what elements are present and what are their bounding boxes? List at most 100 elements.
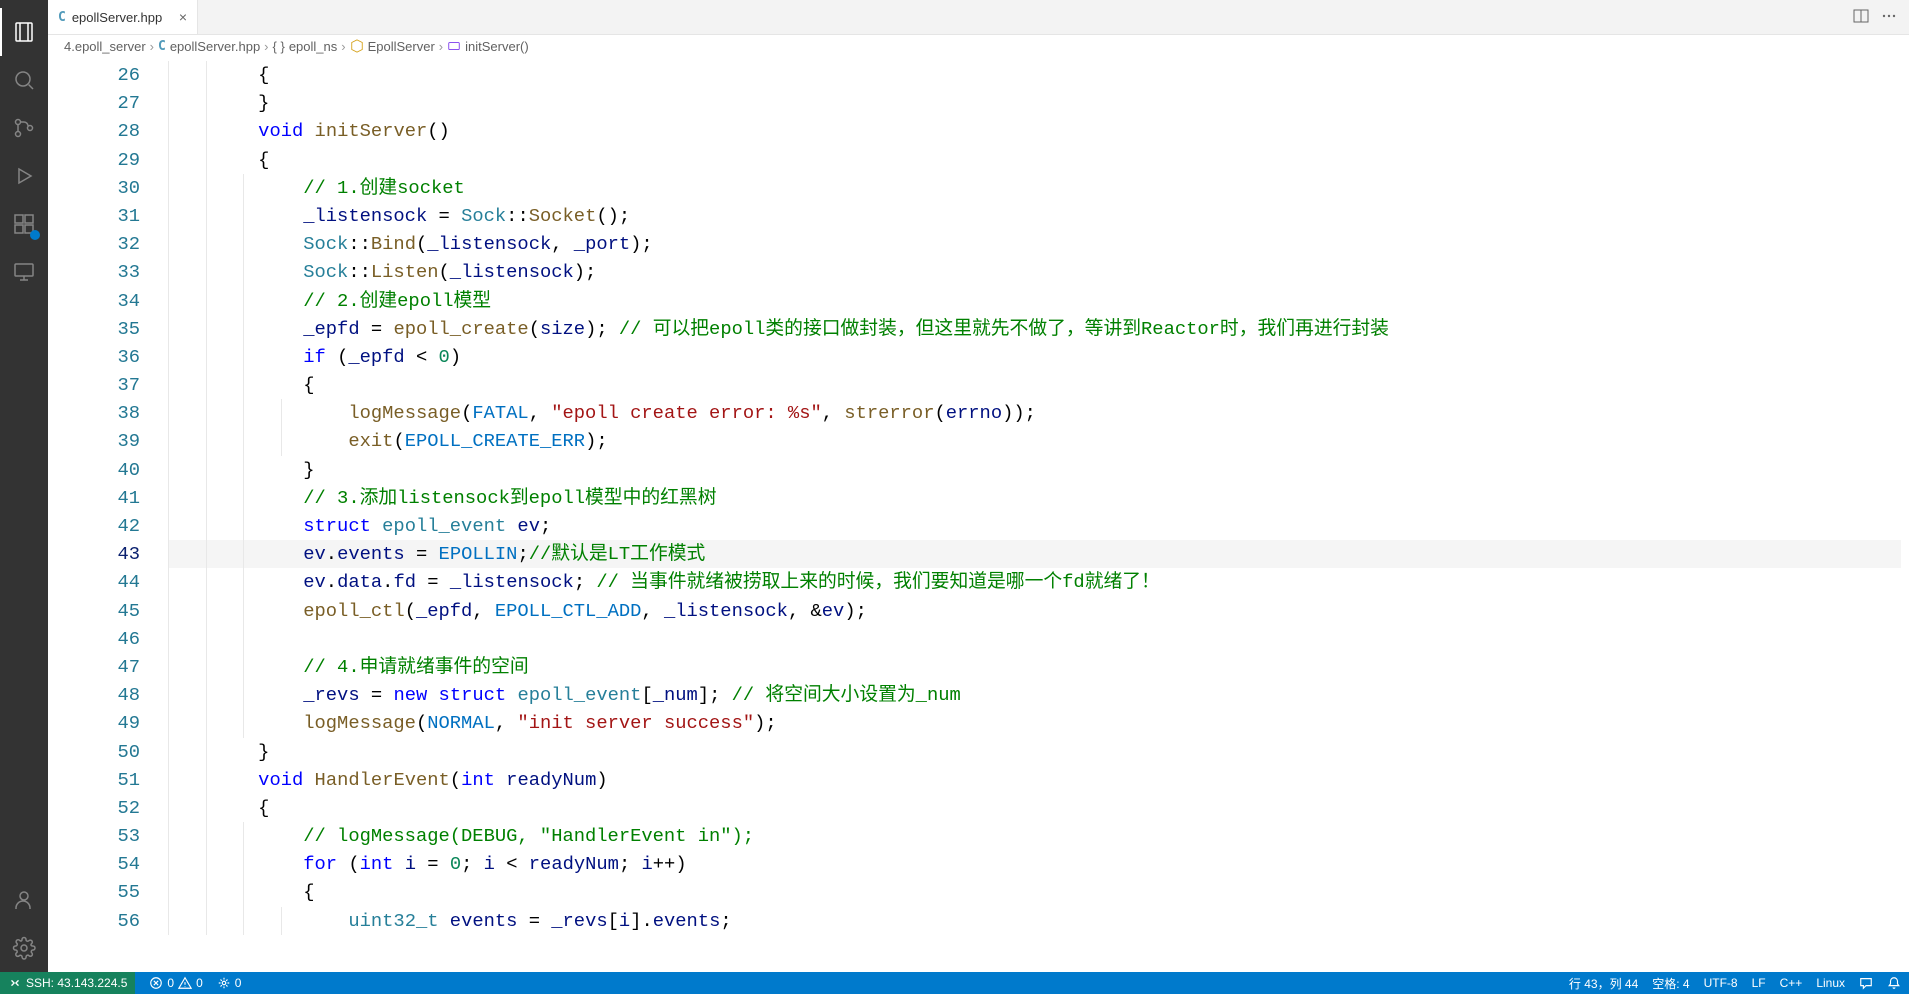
line-number[interactable]: 55 bbox=[48, 878, 140, 906]
line-number[interactable]: 51 bbox=[48, 766, 140, 794]
line-number[interactable]: 36 bbox=[48, 343, 140, 371]
encoding-status[interactable]: UTF-8 bbox=[1704, 976, 1738, 990]
notifications-icon[interactable] bbox=[1887, 976, 1901, 990]
line-number[interactable]: 49 bbox=[48, 709, 140, 737]
code-line[interactable]: _listensock = Sock::Socket(); bbox=[168, 202, 1901, 230]
problems-status[interactable]: 0 0 bbox=[149, 976, 202, 990]
breadcrumb-method[interactable]: initServer() bbox=[447, 39, 529, 54]
code-line[interactable]: ev.events = EPOLLIN;//默认是LT工作模式 bbox=[168, 540, 1901, 568]
breadcrumbs[interactable]: 4.epoll_server › C epollServer.hpp › { }… bbox=[48, 35, 1909, 57]
line-number[interactable]: 30 bbox=[48, 174, 140, 202]
code-line[interactable]: exit(EPOLL_CREATE_ERR); bbox=[168, 427, 1901, 455]
namespace-icon: { } bbox=[273, 39, 285, 54]
remote-explorer-icon[interactable] bbox=[0, 248, 48, 296]
code-line[interactable]: if (_epfd < 0) bbox=[168, 343, 1901, 371]
code-line[interactable] bbox=[168, 625, 1901, 653]
code-line[interactable]: _epfd = epoll_create(size); // 可以把epoll类… bbox=[168, 315, 1901, 343]
line-number[interactable]: 35 bbox=[48, 315, 140, 343]
line-number[interactable]: 27 bbox=[48, 89, 140, 117]
status-bar: SSH: 43.143.224.5 0 0 0 行 43，列 44 空格: 4 … bbox=[0, 972, 1909, 994]
breadcrumb-namespace[interactable]: { } epoll_ns bbox=[273, 39, 338, 54]
code-line[interactable]: void initServer() bbox=[168, 117, 1901, 145]
code-line[interactable]: _revs = new struct epoll_event[_num]; //… bbox=[168, 681, 1901, 709]
line-number[interactable]: 46 bbox=[48, 625, 140, 653]
search-icon[interactable] bbox=[0, 56, 48, 104]
split-editor-icon[interactable] bbox=[1853, 8, 1869, 27]
code-line[interactable]: // logMessage(DEBUG, "HandlerEvent in"); bbox=[168, 822, 1901, 850]
breadcrumb-folder[interactable]: 4.epoll_server bbox=[64, 39, 146, 54]
activity-bar bbox=[0, 0, 48, 972]
code-line[interactable]: logMessage(FATAL, "epoll create error: %… bbox=[168, 399, 1901, 427]
code-line[interactable]: struct epoll_event ev; bbox=[168, 512, 1901, 540]
code-line[interactable]: // 4.申请就绪事件的空间 bbox=[168, 653, 1901, 681]
indentation-status[interactable]: 空格: 4 bbox=[1652, 975, 1689, 992]
line-number[interactable]: 31 bbox=[48, 202, 140, 230]
line-number[interactable]: 48 bbox=[48, 681, 140, 709]
code-line[interactable]: logMessage(NORMAL, "init server success"… bbox=[168, 709, 1901, 737]
code-line[interactable]: ev.data.fd = _listensock; // 当事件就绪被捞取上来的… bbox=[168, 568, 1901, 596]
line-number[interactable]: 52 bbox=[48, 794, 140, 822]
code-line[interactable]: // 3.添加listensock到epoll模型中的红黑树 bbox=[168, 484, 1901, 512]
source-control-icon[interactable] bbox=[0, 104, 48, 152]
code-line[interactable]: { bbox=[168, 61, 1901, 89]
code-line[interactable]: epoll_ctl(_epfd, EPOLL_CTL_ADD, _listens… bbox=[168, 597, 1901, 625]
line-number[interactable]: 44 bbox=[48, 568, 140, 596]
code-line[interactable]: } bbox=[168, 738, 1901, 766]
line-number[interactable]: 53 bbox=[48, 822, 140, 850]
minimap[interactable] bbox=[1901, 57, 1909, 972]
line-number[interactable]: 43 bbox=[48, 540, 140, 568]
line-number[interactable]: 50 bbox=[48, 738, 140, 766]
line-number[interactable]: 41 bbox=[48, 484, 140, 512]
line-number[interactable]: 47 bbox=[48, 653, 140, 681]
line-number[interactable]: 42 bbox=[48, 512, 140, 540]
line-number[interactable]: 34 bbox=[48, 287, 140, 315]
line-number[interactable]: 26 bbox=[48, 61, 140, 89]
method-icon bbox=[447, 39, 461, 53]
code-line[interactable]: { bbox=[168, 878, 1901, 906]
code-line[interactable]: // 1.创建socket bbox=[168, 174, 1901, 202]
code-line[interactable]: void HandlerEvent(int readyNum) bbox=[168, 766, 1901, 794]
line-number[interactable]: 38 bbox=[48, 399, 140, 427]
code-editor[interactable]: 2627282930313233343536373839404142434445… bbox=[48, 57, 1909, 972]
code-line[interactable]: } bbox=[168, 456, 1901, 484]
breadcrumb-file[interactable]: C epollServer.hpp bbox=[158, 39, 260, 54]
code-line[interactable]: // 2.创建epoll模型 bbox=[168, 287, 1901, 315]
tab-epollserver[interactable]: C epollServer.hpp × bbox=[48, 0, 198, 34]
code-line[interactable]: Sock::Bind(_listensock, _port); bbox=[168, 230, 1901, 258]
line-number[interactable]: 32 bbox=[48, 230, 140, 258]
cursor-position[interactable]: 行 43，列 44 bbox=[1569, 975, 1638, 992]
chevron-right-icon: › bbox=[264, 39, 268, 54]
code-line[interactable]: { bbox=[168, 794, 1901, 822]
code-line[interactable]: Sock::Listen(_listensock); bbox=[168, 258, 1901, 286]
ports-status[interactable]: 0 bbox=[217, 976, 242, 990]
settings-gear-icon[interactable] bbox=[0, 924, 48, 972]
code-line[interactable]: } bbox=[168, 89, 1901, 117]
feedback-icon[interactable] bbox=[1859, 976, 1873, 990]
extensions-icon[interactable] bbox=[0, 200, 48, 248]
line-number[interactable]: 28 bbox=[48, 117, 140, 145]
close-icon[interactable]: × bbox=[179, 9, 187, 25]
line-number[interactable]: 40 bbox=[48, 456, 140, 484]
run-debug-icon[interactable] bbox=[0, 152, 48, 200]
accounts-icon[interactable] bbox=[0, 876, 48, 924]
language-mode[interactable]: C++ bbox=[1780, 976, 1803, 990]
more-actions-icon[interactable] bbox=[1881, 8, 1897, 27]
line-number[interactable]: 39 bbox=[48, 427, 140, 455]
code-line[interactable]: uint32_t events = _revs[i].events; bbox=[168, 907, 1901, 935]
line-number[interactable]: 56 bbox=[48, 907, 140, 935]
code-line[interactable]: { bbox=[168, 371, 1901, 399]
line-number-gutter[interactable]: 2627282930313233343536373839404142434445… bbox=[48, 57, 168, 972]
os-status[interactable]: Linux bbox=[1816, 976, 1845, 990]
line-number[interactable]: 33 bbox=[48, 258, 140, 286]
line-number[interactable]: 37 bbox=[48, 371, 140, 399]
line-number[interactable]: 29 bbox=[48, 146, 140, 174]
line-number[interactable]: 54 bbox=[48, 850, 140, 878]
remote-status[interactable]: SSH: 43.143.224.5 bbox=[0, 972, 135, 994]
eol-status[interactable]: LF bbox=[1752, 976, 1766, 990]
explorer-icon[interactable] bbox=[0, 8, 48, 56]
code-line[interactable]: for (int i = 0; i < readyNum; i++) bbox=[168, 850, 1901, 878]
code-line[interactable]: { bbox=[168, 146, 1901, 174]
code-content[interactable]: { } void initServer() { // 1.创建socket _l… bbox=[168, 57, 1901, 972]
line-number[interactable]: 45 bbox=[48, 597, 140, 625]
breadcrumb-class[interactable]: EpollServer bbox=[350, 39, 435, 54]
